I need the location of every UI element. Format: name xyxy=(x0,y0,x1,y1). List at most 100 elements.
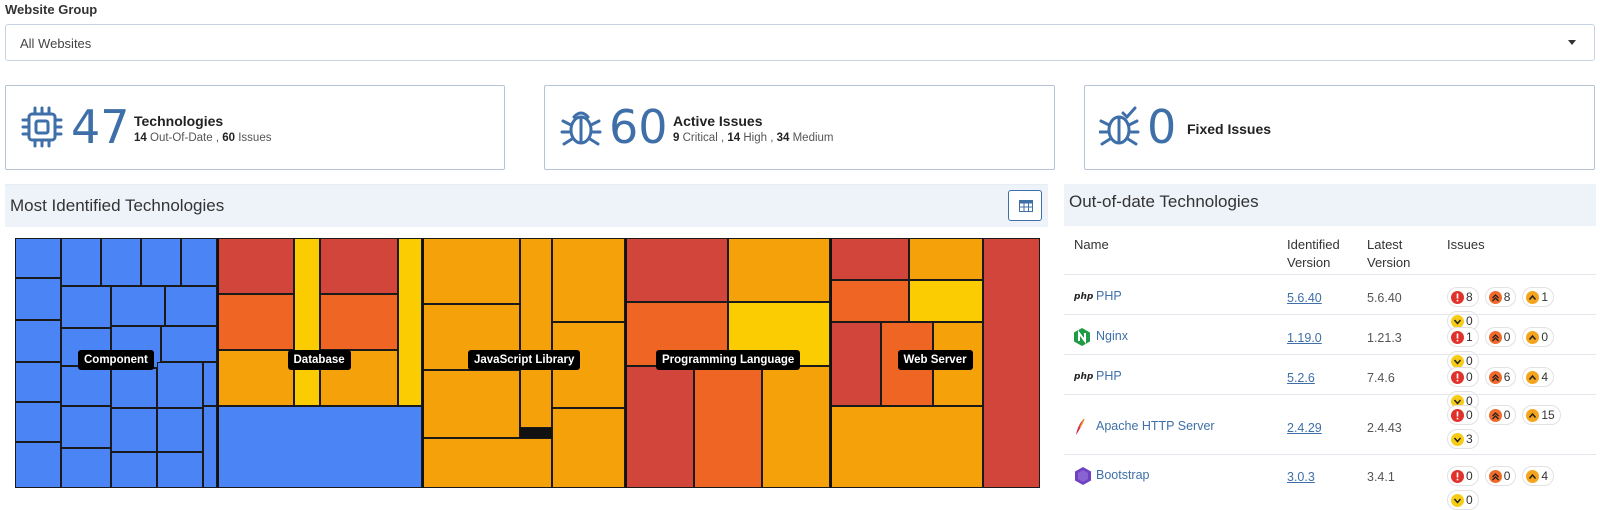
table-row[interactable]: Bootstrap 3.0.3 3.4.1 0 0 4 0 xyxy=(1064,454,1596,510)
treemap-cell[interactable] xyxy=(61,406,111,448)
technology-name-link[interactable]: Apache HTTP Server xyxy=(1096,419,1215,433)
low-issue-badge[interactable]: 3 xyxy=(1447,429,1479,449)
critical-issue-badge[interactable]: 0 xyxy=(1447,367,1479,387)
treemap-cell[interactable] xyxy=(15,402,61,442)
treemap-cell[interactable] xyxy=(61,448,111,488)
treemap-cell[interactable] xyxy=(111,286,165,326)
treemap-cell[interactable] xyxy=(15,320,61,362)
medium-issue-badge[interactable]: 0 xyxy=(1522,327,1555,347)
table-view-button[interactable] xyxy=(1008,190,1042,221)
treemap-cell[interactable] xyxy=(831,322,881,406)
treemap-cell[interactable] xyxy=(831,280,909,322)
technology-name-link[interactable]: Nginx xyxy=(1096,329,1128,343)
chevron-down-icon xyxy=(1568,40,1576,45)
treemap-cell[interactable] xyxy=(157,362,203,408)
active-issues-card[interactable]: 60 Active Issues 9 Critical , 14 High , … xyxy=(544,85,1055,170)
identified-version-link[interactable]: 5.2.6 xyxy=(1287,371,1315,385)
treemap-cell[interactable] xyxy=(320,294,398,350)
latest-version: 3.4.1 xyxy=(1367,470,1395,484)
treemap-cell[interactable] xyxy=(203,406,217,488)
treemap-cell[interactable] xyxy=(61,286,111,328)
treemap-cell[interactable] xyxy=(294,238,320,406)
treemap-cell[interactable] xyxy=(203,362,217,406)
high-severity-icon xyxy=(1488,330,1502,344)
treemap-cell[interactable] xyxy=(181,238,217,286)
treemap-cell[interactable] xyxy=(762,366,830,488)
treemap-cell[interactable] xyxy=(218,406,422,488)
treemap-cell[interactable] xyxy=(831,406,983,488)
treemap-cell[interactable] xyxy=(141,238,181,286)
table-row[interactable]: php PHP 5.6.40 5.6.40 8 8 1 0 xyxy=(1064,274,1596,331)
treemap-cell[interactable] xyxy=(218,238,294,294)
high-issue-badge[interactable]: 0 xyxy=(1484,466,1517,486)
technology-name-link[interactable]: PHP xyxy=(1096,369,1122,383)
treemap-cell[interactable] xyxy=(15,278,61,320)
treemap-cell[interactable] xyxy=(423,370,520,438)
treemap-cell[interactable] xyxy=(552,238,625,322)
medium-issue-badge[interactable]: 4 xyxy=(1522,367,1555,387)
col-latest-header: Latest Version xyxy=(1367,237,1411,270)
medium-issue-badge[interactable]: 4 xyxy=(1522,466,1555,486)
treemap-cell[interactable] xyxy=(101,238,141,286)
treemap-cell[interactable] xyxy=(111,408,157,452)
treemap-cell[interactable] xyxy=(61,366,111,406)
website-group-select[interactable]: All Websites xyxy=(5,24,1595,61)
treemap-cell[interactable] xyxy=(165,286,217,326)
high-issue-badge[interactable]: 6 xyxy=(1484,367,1517,387)
critical-issue-badge[interactable]: 0 xyxy=(1447,466,1479,486)
active-issues-subtitle: 9 Critical , 14 High , 34 Medium xyxy=(673,132,834,144)
treemap-cell[interactable] xyxy=(15,362,61,402)
critical-issue-badge[interactable]: 1 xyxy=(1447,327,1479,347)
treemap-cell[interactable] xyxy=(626,238,728,302)
treemap-cell[interactable] xyxy=(831,238,909,280)
treemap-cell[interactable] xyxy=(423,438,552,488)
active-issues-title: Active Issues xyxy=(673,113,763,129)
table-row[interactable]: Nginx 1.19.0 1.21.3 1 0 0 0 xyxy=(1064,314,1596,371)
treemap-cell[interactable] xyxy=(15,238,61,278)
critical-issue-badge[interactable]: 8 xyxy=(1447,287,1479,307)
treemap-cell[interactable] xyxy=(983,238,1040,488)
treemap-cell[interactable] xyxy=(320,238,398,294)
treemap-cell[interactable] xyxy=(694,366,762,488)
treemap-cell[interactable] xyxy=(15,442,61,488)
high-issue-badge[interactable]: 0 xyxy=(1484,327,1517,347)
high-issue-count: 0 xyxy=(1503,408,1511,422)
fixed-issues-card[interactable]: 0 Fixed Issues xyxy=(1084,85,1595,170)
out-of-date-title: Out-of-date Technologies xyxy=(1069,192,1259,211)
medium-issue-badge[interactable]: 1 xyxy=(1522,287,1555,307)
technologies-treemap[interactable]: Component Database JavaScript Library Progr… xyxy=(15,238,1040,488)
treemap-cell[interactable] xyxy=(909,280,983,322)
treemap-cell[interactable] xyxy=(552,408,625,488)
identified-version-link[interactable]: 3.0.3 xyxy=(1287,470,1315,484)
high-issue-badge[interactable]: 0 xyxy=(1484,405,1517,425)
treemap-cell[interactable] xyxy=(728,238,830,302)
treemap-cell[interactable] xyxy=(61,238,101,286)
website-group-value: All Websites xyxy=(20,36,92,51)
treemap-cell[interactable] xyxy=(398,238,422,406)
treemap-cell[interactable] xyxy=(111,368,157,408)
treemap-cell[interactable] xyxy=(218,350,294,406)
low-severity-icon xyxy=(1451,432,1464,446)
identified-version-link[interactable]: 2.4.29 xyxy=(1287,421,1322,435)
treemap-cell[interactable] xyxy=(161,326,217,362)
treemap-cell[interactable] xyxy=(909,238,983,280)
treemap-cell[interactable] xyxy=(111,452,157,488)
treemap-cell[interactable] xyxy=(520,238,552,428)
treemap-cell[interactable] xyxy=(626,366,694,488)
treemap-cell[interactable] xyxy=(157,408,203,452)
critical-issue-badge[interactable]: 0 xyxy=(1447,405,1479,425)
technologies-card[interactable]: 47 Technologies 14 Out-Of-Date , 60 Issu… xyxy=(5,85,505,170)
high-issue-badge[interactable]: 8 xyxy=(1484,287,1517,307)
table-row[interactable]: Apache HTTP Server 2.4.29 2.4.43 0 0 15 3 xyxy=(1064,394,1596,454)
technology-name-link[interactable]: PHP xyxy=(1096,289,1122,303)
medium-issue-badge[interactable]: 15 xyxy=(1522,405,1561,425)
table-row[interactable]: php PHP 5.2.6 7.4.6 0 6 4 0 xyxy=(1064,354,1596,411)
identified-version-link[interactable]: 5.6.40 xyxy=(1287,291,1322,305)
treemap-cell[interactable] xyxy=(218,294,294,350)
treemap-cell[interactable] xyxy=(157,452,203,488)
technology-name-link[interactable]: Bootstrap xyxy=(1096,468,1150,482)
low-issue-badge[interactable]: 0 xyxy=(1447,490,1479,510)
identified-version-link[interactable]: 1.19.0 xyxy=(1287,331,1322,345)
medium-severity-icon xyxy=(1526,290,1540,304)
treemap-cell[interactable] xyxy=(423,238,520,304)
